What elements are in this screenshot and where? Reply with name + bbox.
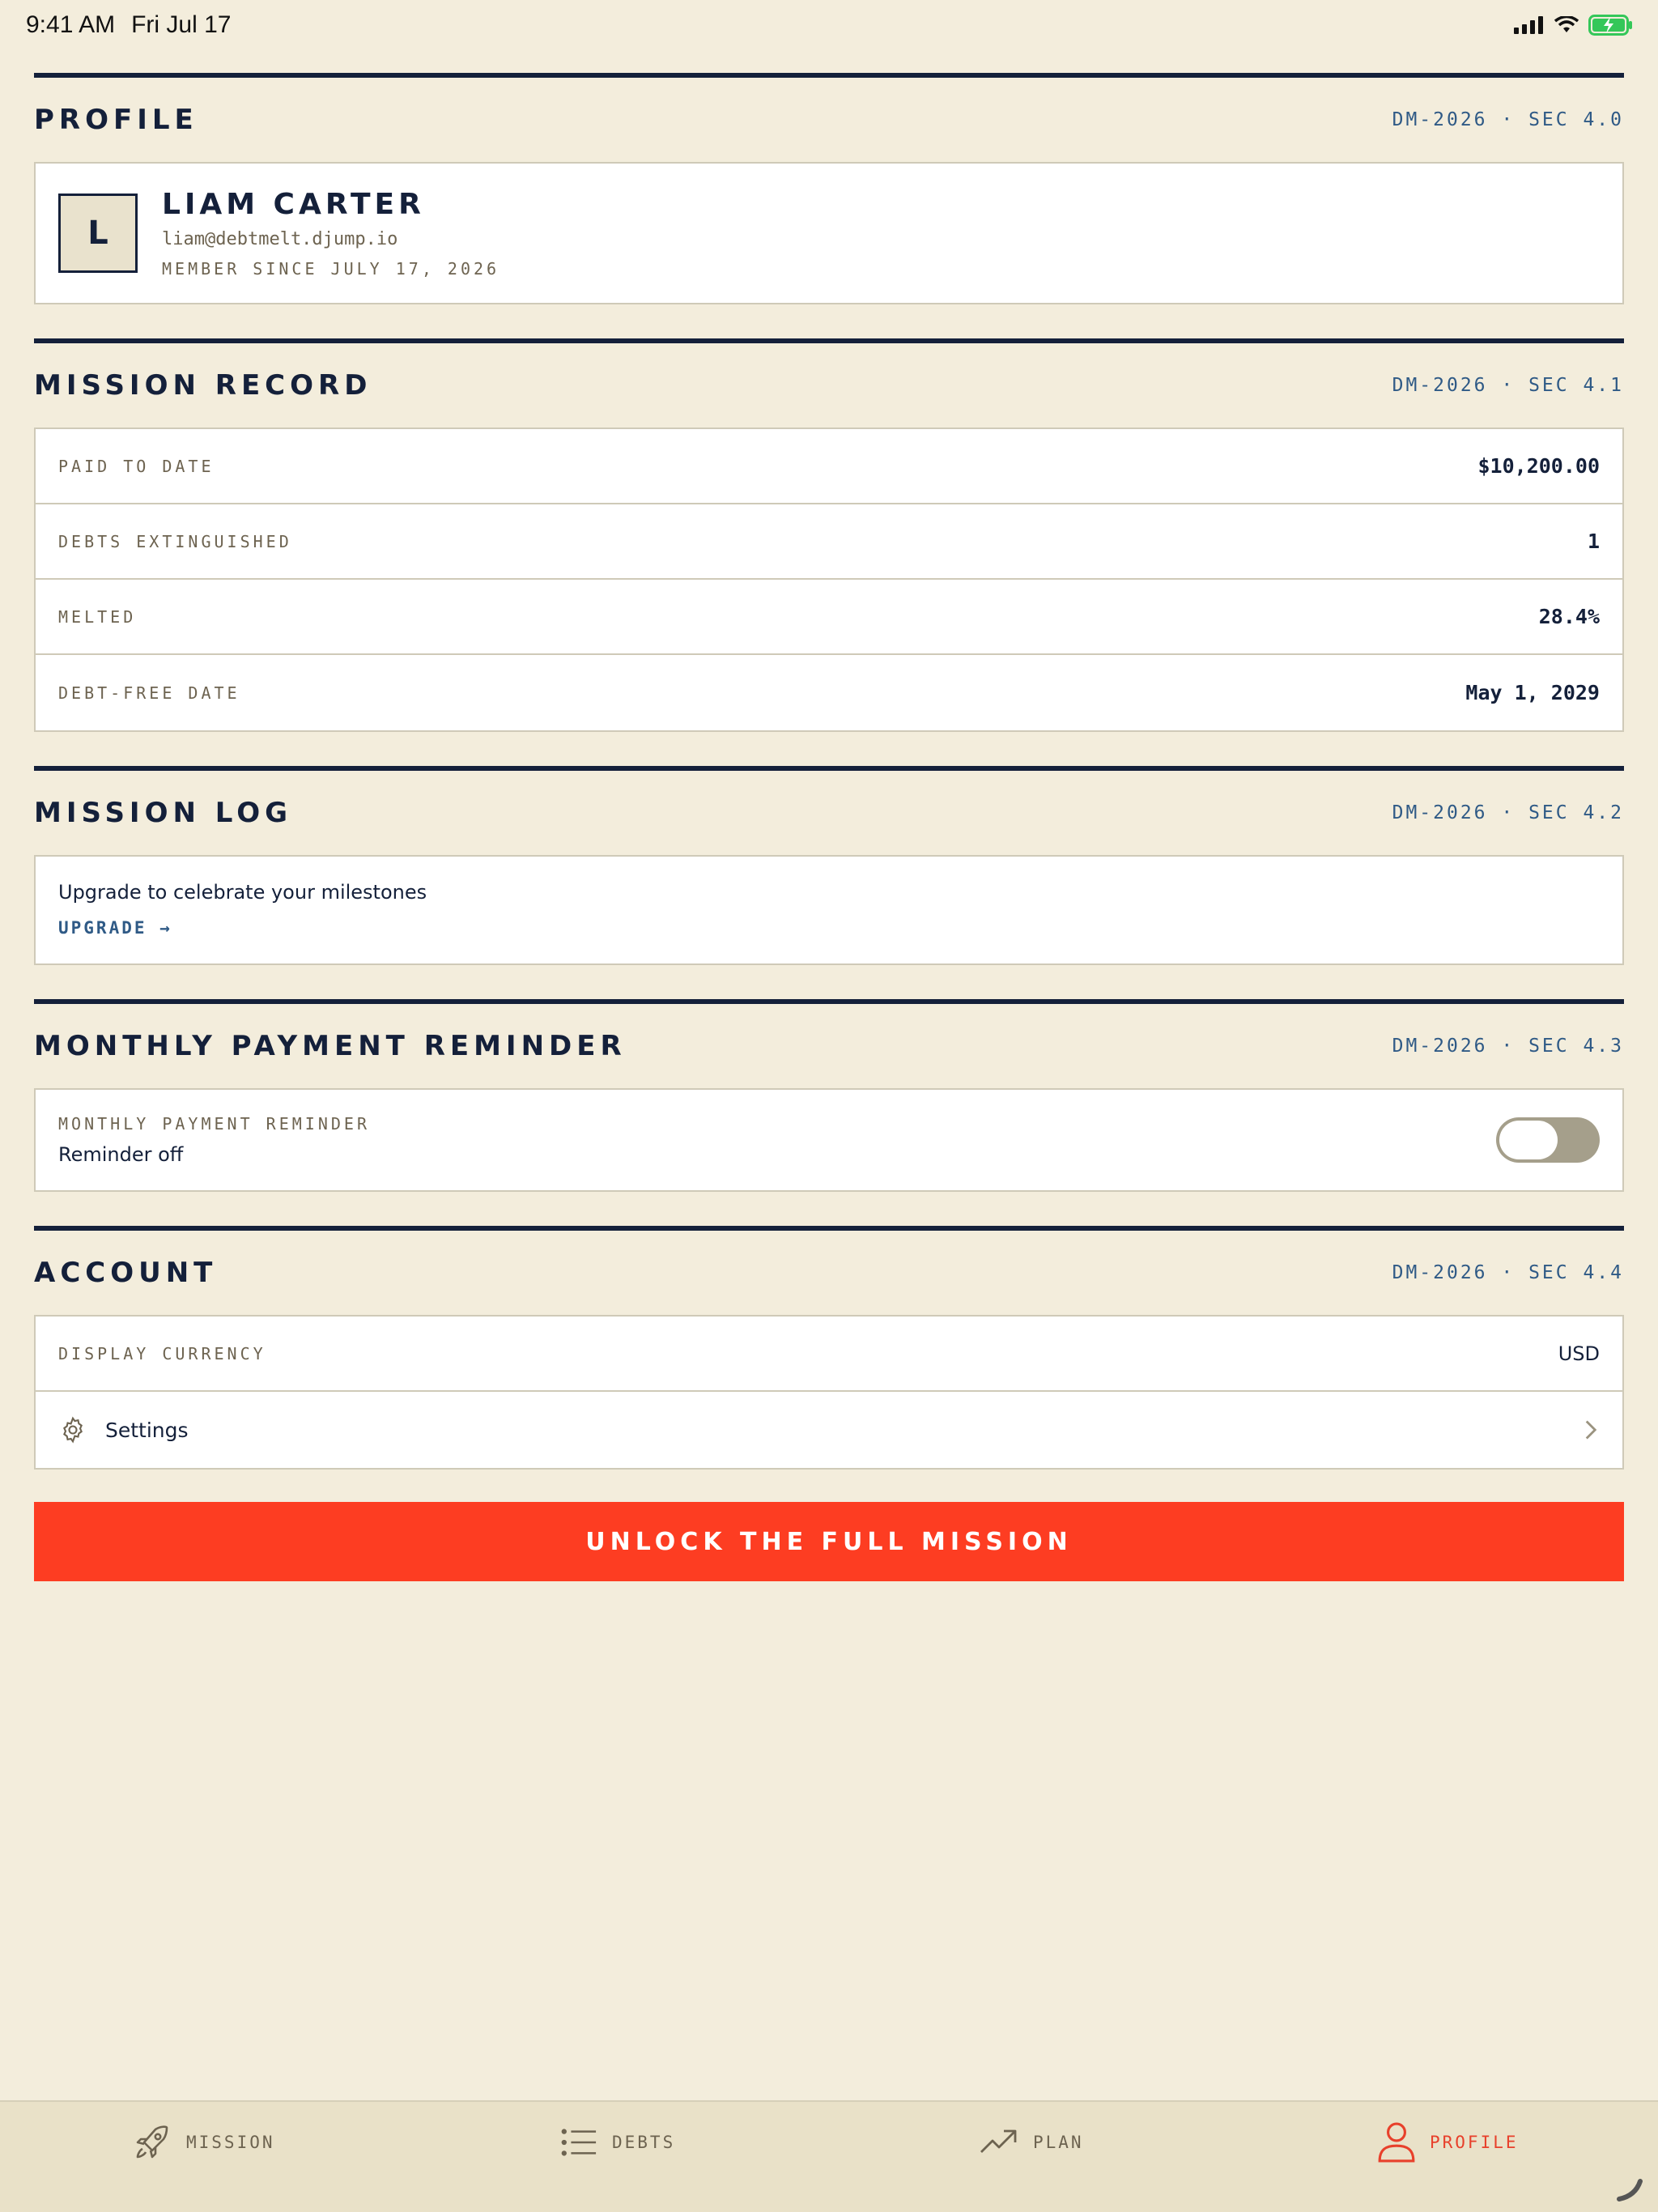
- upgrade-message: Upgrade to celebrate your milestones: [58, 881, 427, 904]
- row-label: DEBTS EXTINGUISHED: [58, 531, 292, 551]
- upgrade-link[interactable]: UPGRADE →: [58, 918, 172, 938]
- mission-record-card: PAID TO DATE $10,200.00 DEBTS EXTINGUISH…: [34, 428, 1624, 732]
- row-value: May 1, 2029: [1465, 681, 1600, 704]
- section-title: MISSION LOG: [34, 797, 293, 829]
- section-code: DM-2026 · SEC 4.3: [1392, 1036, 1624, 1057]
- main-content: PROFILE DM-2026 · SEC 4.0 L LIAM CARTER …: [34, 73, 1624, 1581]
- toggle-knob: [1499, 1121, 1558, 1159]
- row-value: 28.4%: [1538, 605, 1600, 628]
- tab-plan[interactable]: PLAN: [980, 2102, 1084, 2183]
- reminder-label: MONTHLY PAYMENT REMINDER: [58, 1114, 370, 1134]
- tab-label: DEBTS: [612, 2133, 676, 2152]
- section-code: DM-2026 · SEC 4.1: [1392, 375, 1624, 396]
- section-title: PROFILE: [34, 104, 198, 136]
- section-title: MISSION RECORD: [34, 369, 372, 402]
- unlock-mission-button[interactable]: UNLOCK THE FULL MISSION: [34, 1502, 1624, 1581]
- tab-debts[interactable]: DEBTS: [560, 2102, 675, 2183]
- mission-log-section: MISSION LOG DM-2026 · SEC 4.2 Upgrade to…: [34, 766, 1624, 965]
- record-row-debts-extinguished: DEBTS EXTINGUISHED 1: [36, 504, 1622, 580]
- reminder-status: Reminder off: [58, 1143, 184, 1166]
- tab-profile[interactable]: PROFILE: [1378, 2102, 1519, 2183]
- reminder-section: MONTHLY PAYMENT REMINDER DM-2026 · SEC 4…: [34, 999, 1624, 1192]
- mission-record-section: MISSION RECORD DM-2026 · SEC 4.1 PAID TO…: [34, 338, 1624, 732]
- signal-icon: [1514, 16, 1543, 34]
- home-indicator-icon: [1617, 2179, 1643, 2201]
- currency-label: DISPLAY CURRENCY: [58, 1343, 266, 1363]
- profile-name: LIAM CARTER: [162, 188, 425, 221]
- currency-row[interactable]: DISPLAY CURRENCY USD: [36, 1317, 1622, 1392]
- tab-mission[interactable]: MISSION: [133, 2102, 275, 2183]
- row-label: DEBT-FREE DATE: [58, 683, 240, 703]
- record-row-paid: PAID TO DATE $10,200.00: [36, 429, 1622, 504]
- account-card: DISPLAY CURRENCY USD Settings: [34, 1315, 1624, 1470]
- settings-label: Settings: [105, 1418, 189, 1442]
- avatar: L: [58, 194, 138, 273]
- record-row-debt-free-date: DEBT-FREE DATE May 1, 2029: [36, 655, 1622, 730]
- record-row-melted: MELTED 28.4%: [36, 580, 1622, 655]
- tab-label: MISSION: [186, 2133, 275, 2152]
- profile-card: L LIAM CARTER liam@debtmelt.djump.io MEM…: [34, 162, 1624, 304]
- rocket-icon: [136, 2125, 168, 2159]
- settings-row[interactable]: Settings: [36, 1392, 1622, 1468]
- person-icon: [1378, 2122, 1415, 2163]
- profile-section: PROFILE DM-2026 · SEC 4.0 L LIAM CARTER …: [34, 73, 1624, 304]
- row-label: MELTED: [58, 606, 137, 627]
- tab-label: PLAN: [1033, 2133, 1084, 2152]
- battery-icon: [1588, 15, 1632, 36]
- section-title: ACCOUNT: [34, 1257, 218, 1289]
- tab-bar: MISSION DEBTS PLAN PROFILE: [0, 2100, 1658, 2212]
- row-value: $10,200.00: [1477, 454, 1600, 478]
- chevron-right-icon: [1585, 1420, 1597, 1440]
- status-date: Fri Jul 17: [131, 11, 232, 38]
- wifi-icon: [1554, 16, 1579, 32]
- section-code: DM-2026 · SEC 4.0: [1392, 109, 1624, 130]
- mission-log-card: Upgrade to celebrate your milestones UPG…: [34, 855, 1624, 965]
- row-value: 1: [1587, 530, 1600, 553]
- status-time: 9:41 AM: [26, 11, 116, 38]
- account-section: ACCOUNT DM-2026 · SEC 4.4 DISPLAY CURREN…: [34, 1226, 1624, 1470]
- reminder-toggle[interactable]: [1496, 1117, 1600, 1163]
- reminder-card: MONTHLY PAYMENT REMINDER Reminder off: [34, 1088, 1624, 1192]
- section-code: DM-2026 · SEC 4.4: [1392, 1262, 1624, 1283]
- member-since: MEMBER SINCE JULY 17, 2026: [162, 259, 500, 279]
- profile-email: liam@debtmelt.djump.io: [162, 229, 398, 249]
- list-icon: [561, 2129, 597, 2156]
- trend-up-icon: [980, 2129, 1017, 2153]
- row-label: PAID TO DATE: [58, 456, 215, 476]
- gear-icon: [63, 1416, 83, 1444]
- tab-label: PROFILE: [1430, 2133, 1519, 2152]
- currency-value: USD: [1558, 1342, 1600, 1365]
- section-title: MONTHLY PAYMENT REMINDER: [34, 1030, 627, 1062]
- status-bar: 9:41 AM Fri Jul 17: [0, 0, 1658, 50]
- section-code: DM-2026 · SEC 4.2: [1392, 802, 1624, 823]
